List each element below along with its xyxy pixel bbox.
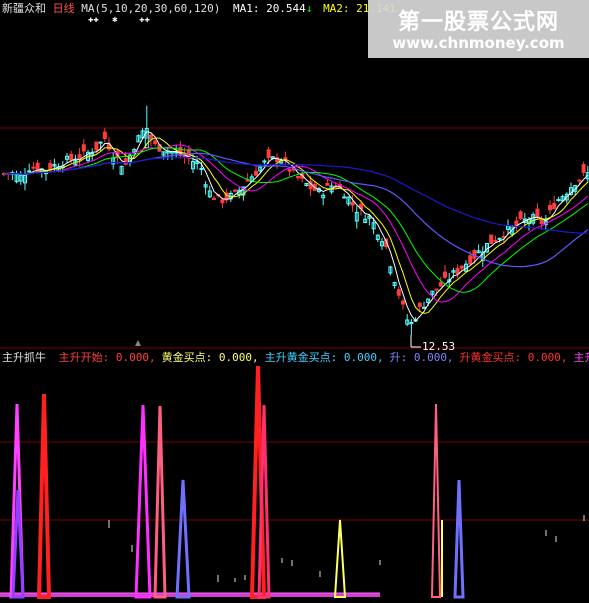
candle-body	[493, 239, 498, 242]
cross-marker-icon: ✚✚	[139, 15, 150, 25]
candle-body	[102, 131, 107, 140]
candle-body	[69, 153, 74, 161]
candle-body	[438, 282, 443, 287]
candle-body	[81, 144, 86, 152]
candle-body	[220, 199, 225, 204]
stock-name: 新疆众和	[2, 2, 46, 15]
candle-body	[581, 164, 586, 173]
period-label[interactable]: 日线	[53, 2, 75, 15]
candle-body	[199, 167, 204, 170]
candle-body	[123, 158, 128, 165]
indicator-item: 升: 0.000,	[389, 351, 454, 364]
signal-spike	[36, 393, 52, 599]
candle-body	[434, 288, 439, 291]
candle-body	[31, 166, 36, 169]
candle-body	[535, 208, 540, 218]
candle-body	[455, 268, 460, 275]
candle-body	[212, 197, 216, 200]
candle-body	[443, 271, 447, 278]
up-triangle-icon	[135, 340, 141, 346]
ma1-value: MA1: 20.544	[232, 2, 306, 15]
candle-body	[48, 162, 53, 171]
candle-body	[153, 140, 158, 145]
candle-body	[233, 189, 237, 192]
candle-body	[401, 300, 405, 305]
indicator-values: 主升开始: 0.000, 黄金买点: 0.000, 主升黄金买点: 0.000, 升:…	[53, 351, 589, 364]
candle-body	[518, 211, 523, 220]
signal-spike	[153, 405, 167, 599]
indicator-item: 主升开	[573, 351, 589, 364]
candle-body	[27, 170, 32, 173]
candle-body	[548, 205, 552, 211]
candle-body	[287, 169, 292, 172]
site-watermark: 第一股票公式网 www.chnmoney.com	[368, 0, 589, 58]
watermark-url: www.chnmoney.com	[392, 34, 565, 52]
candle-body	[468, 255, 473, 265]
cross-marker-icon: ✚✚	[88, 15, 99, 25]
candle-body	[350, 201, 355, 206]
candle-body	[325, 182, 330, 186]
candle-body	[417, 302, 422, 308]
signal-spike	[453, 479, 465, 599]
candle-body	[262, 160, 267, 163]
indicator-item: 主升开始: 0.000,	[58, 351, 156, 364]
indicator-item: 主升黄金买点: 0.000,	[264, 351, 384, 364]
watermark-title: 第一股票公式网	[397, 10, 559, 35]
indicator-header: 主升抓牛 主升开始: 0.000, 黄金买点: 0.000, 主升黄金买点: 0.0…	[2, 351, 589, 364]
ma5-line	[3, 131, 589, 322]
candle-body	[94, 141, 99, 151]
signal-spike	[430, 403, 442, 598]
indicator-item: 黄金买点: 0.000,	[161, 351, 259, 364]
candle-body	[77, 154, 82, 160]
signal-spike	[333, 519, 347, 598]
star-marker-icon: ✱	[112, 15, 118, 25]
stock-chart[interactable]	[0, 0, 589, 603]
candle-body	[422, 306, 426, 309]
candle-body	[266, 149, 271, 159]
candle-body	[497, 237, 502, 240]
indicator-name[interactable]: 主升抓牛	[2, 351, 46, 364]
candle-body	[552, 203, 557, 210]
candle-body	[149, 134, 153, 140]
candle-body	[296, 175, 300, 179]
signal-markers: ✚✚ ✱ ✚✚	[88, 14, 150, 27]
indicator-item: 升黄金买点: 0.000,	[459, 351, 568, 364]
candle-body	[489, 234, 494, 245]
signal-spike	[175, 479, 191, 599]
candle-body	[459, 265, 464, 269]
down-arrow-icon: ↓	[305, 2, 313, 15]
main-chart-header: 新疆众和 日线 MA(5,10,20,30,60,120) MA1: 20.54…	[2, 2, 396, 15]
candle-body	[342, 196, 347, 199]
candle-body	[539, 219, 544, 225]
candle-body	[577, 179, 582, 182]
candle-body	[396, 289, 401, 296]
candle-body	[254, 170, 258, 176]
signal-spike	[134, 404, 152, 599]
